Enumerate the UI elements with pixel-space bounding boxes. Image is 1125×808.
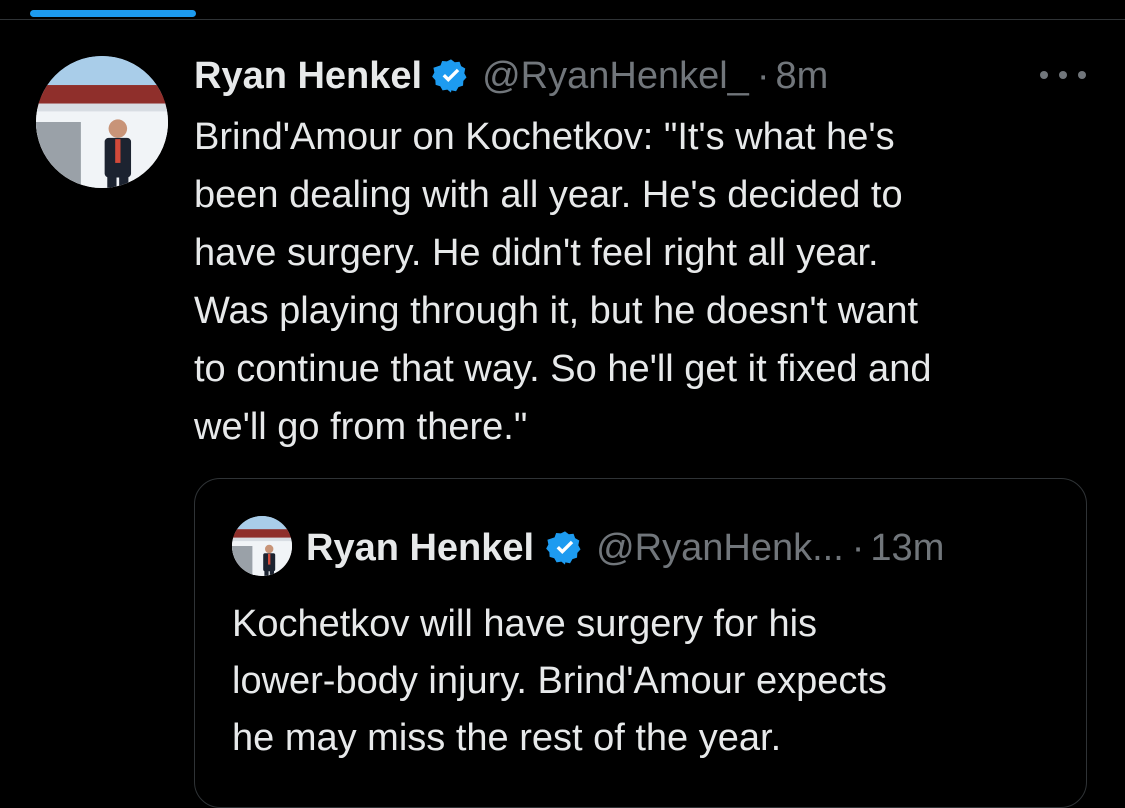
avatar-photo [232,516,292,576]
timestamp[interactable]: 8m [775,55,828,98]
divider [0,19,1125,20]
quoted-handle: @RyanHenk... [596,526,844,569]
verified-badge-icon[interactable] [432,57,470,95]
avatar-photo [36,56,168,188]
avatar[interactable] [36,56,168,188]
top-bar [0,0,1125,20]
tweet-text: Brind'Amour on Kochetkov: "It's what he'… [194,116,932,448]
quoted-avatar [232,516,292,576]
quoted-display-name: Ryan Henkel [306,526,535,569]
separator-dot: · [756,54,770,97]
more-dot [1078,71,1086,79]
verified-badge-icon [546,531,581,565]
more-horizontal-icon[interactable] [1040,62,1086,88]
quoted-tweet-text: Kochetkov will have surgery for his lowe… [232,603,887,759]
quoted-tweet-header: Ryan Henkel @RyanHenk... · 13m [306,524,944,572]
display-name[interactable]: Ryan Henkel [194,55,422,98]
more-dot [1040,71,1048,79]
separator-dot: · [851,526,865,569]
active-tab-indicator [30,10,196,17]
quoted-timestamp: 13m [870,526,945,569]
tweet-header: Ryan Henkel @RyanHenkel_ · 8m [194,52,828,100]
handle[interactable]: @RyanHenkel_ [482,55,749,98]
more-dot [1059,71,1067,79]
